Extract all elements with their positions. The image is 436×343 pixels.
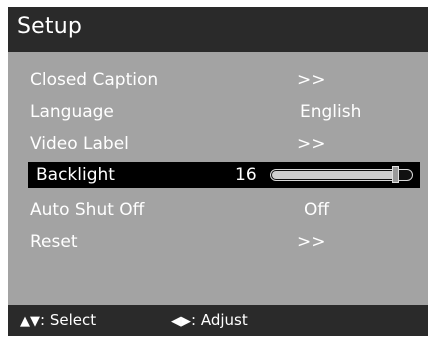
menu-item-label: Closed Caption — [30, 70, 159, 90]
adjust-hint-label: : Adjust — [191, 311, 248, 329]
backlight-slider-handle[interactable] — [392, 166, 399, 183]
menu-item-closed-caption[interactable]: Closed Caption >> — [8, 66, 428, 94]
submenu-arrow: >> — [297, 134, 326, 154]
menu-item-label: Backlight — [36, 165, 115, 185]
select-hint: ▲▼: Select — [20, 305, 96, 337]
menu-title: Setup — [17, 14, 83, 39]
menu-item-auto-shut-off[interactable]: Auto Shut Off Off — [8, 196, 428, 224]
auto-shut-off-value: Off — [304, 200, 330, 220]
menu-item-backlight[interactable]: Backlight 16 — [28, 162, 420, 188]
up-down-arrows-icon: ▲▼ — [20, 314, 40, 329]
left-right-arrows-icon: ◀▶ — [171, 314, 191, 329]
menu-item-reset[interactable]: Reset >> — [8, 228, 428, 256]
select-hint-label: : Select — [40, 311, 97, 329]
language-value: English — [300, 102, 362, 122]
menu-item-label: Reset — [30, 232, 78, 252]
menu-item-label: Language — [30, 102, 114, 122]
menu-item-label: Auto Shut Off — [30, 200, 145, 220]
backlight-value: 16 — [235, 165, 257, 185]
menu-body: Closed Caption >> Language English Video… — [8, 52, 428, 305]
title-bar: Setup — [8, 7, 428, 52]
backlight-slider-fill — [272, 171, 397, 179]
menu-item-video-label[interactable]: Video Label >> — [8, 130, 428, 158]
menu-item-language[interactable]: Language English — [8, 98, 428, 126]
submenu-arrow: >> — [297, 70, 326, 90]
submenu-arrow: >> — [297, 232, 326, 252]
menu-item-label: Video Label — [30, 134, 129, 154]
setup-osd-window: Setup Closed Caption >> Language English… — [8, 7, 428, 336]
footer-hint-bar: ▲▼: Select ◀▶: Adjust — [8, 305, 428, 336]
adjust-hint: ◀▶: Adjust — [171, 305, 248, 337]
